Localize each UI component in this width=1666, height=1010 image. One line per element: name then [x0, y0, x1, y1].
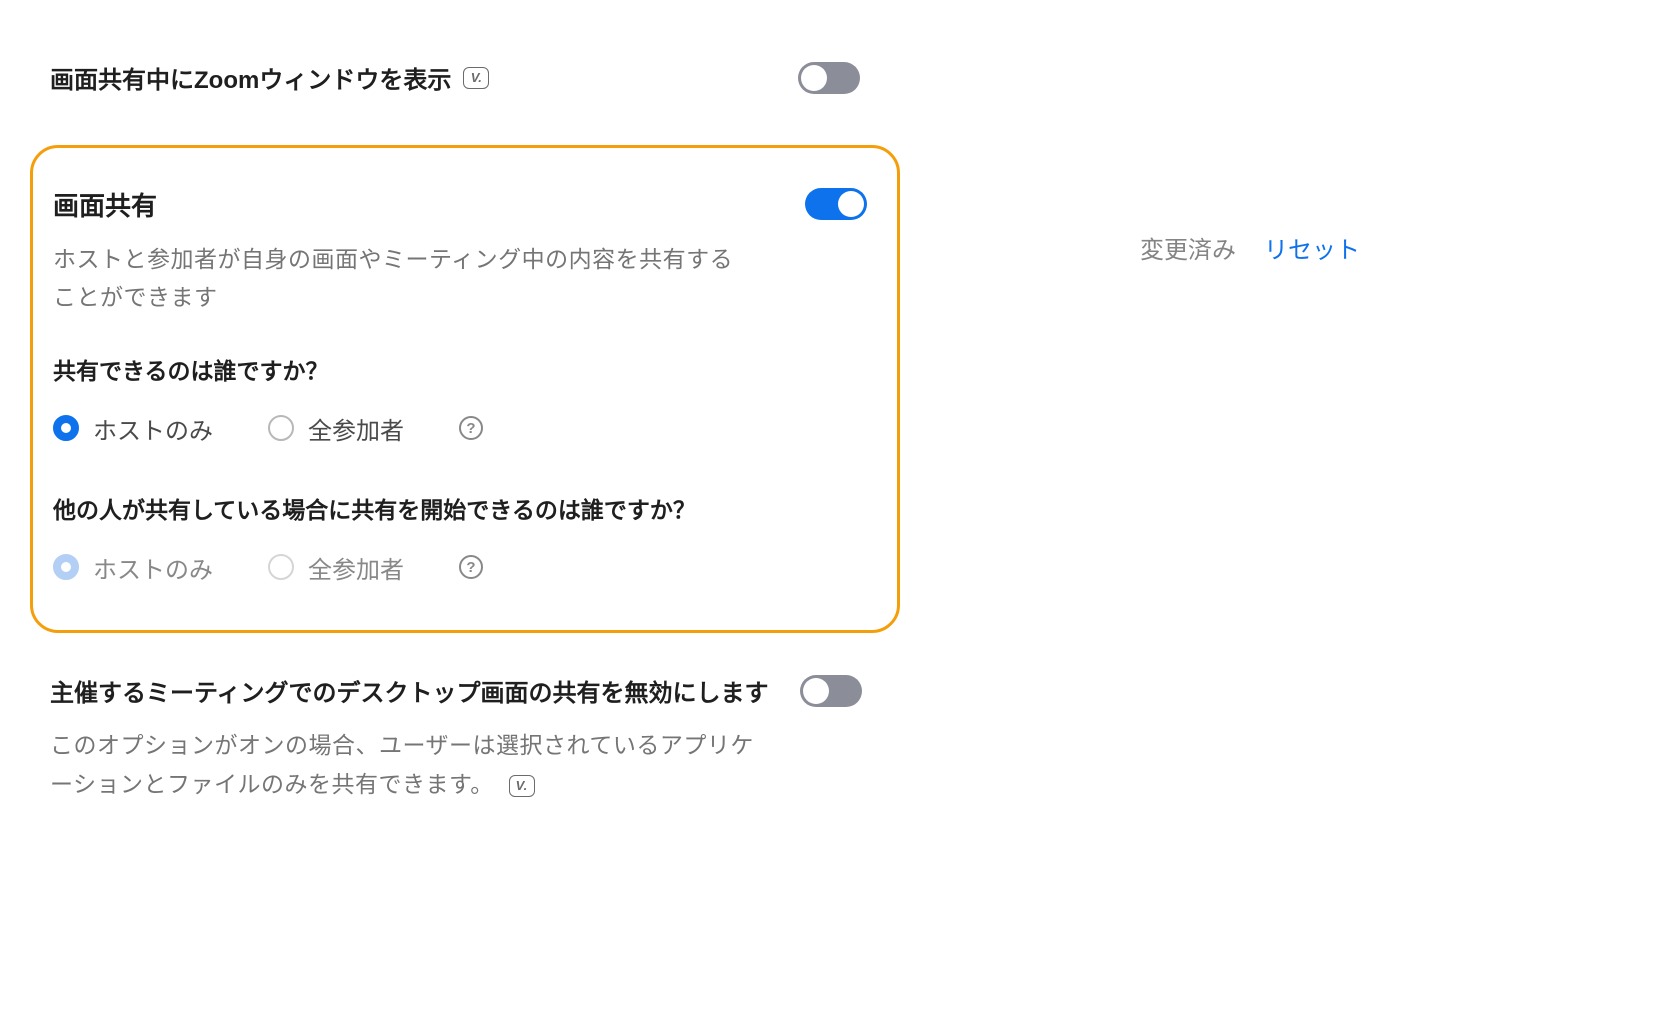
setting-description-row: このオプションがオンの場合、ユーザーは選択されているアプリケーションとファイルの… [50, 726, 770, 804]
radio-host-only-start[interactable]: ホストのみ [53, 550, 213, 585]
radio-circle-icon [268, 554, 294, 580]
radio-label: 全参加者 [308, 550, 404, 585]
toggle-screen-sharing[interactable] [805, 188, 867, 220]
toggle-wrapper [805, 186, 867, 220]
setting-title-row: 画面共有中にZoomウィンドウを表示 V. [50, 60, 780, 95]
radio-label: ホストのみ [93, 550, 213, 585]
who-can-share-radio-group: ホストのみ 全参加者 ? [53, 411, 805, 446]
toggle-show-zoom-window[interactable] [798, 62, 860, 94]
version-badge-icon[interactable]: V. [463, 67, 489, 89]
reset-area: 変更済み リセット [1140, 230, 1360, 265]
radio-all-participants-start[interactable]: 全参加者 [268, 550, 404, 585]
radio-all-participants-share[interactable]: 全参加者 [268, 411, 404, 446]
who-can-share-question: 共有できるのは誰ですか？ [53, 352, 805, 386]
setting-title-text: 主催するミーティングでのデスクトップ画面の共有を無効にします [50, 673, 769, 708]
toggle-knob [838, 191, 864, 217]
toggle-knob [801, 65, 827, 91]
highlighted-screen-sharing-section: 画面共有 ホストと参加者が自身の画面やミーティング中の内容を共有することができま… [30, 145, 900, 633]
screen-sharing-description: ホストと参加者が自身の画面やミーティング中の内容を共有することができます [53, 241, 753, 317]
modified-status-label: 変更済み [1140, 230, 1236, 265]
toggle-knob [803, 678, 829, 704]
radio-host-only-share[interactable]: ホストのみ [53, 411, 213, 446]
radio-label: ホストのみ [93, 411, 213, 446]
screen-sharing-content: 画面共有 ホストと参加者が自身の画面やミーティング中の内容を共有することができま… [53, 186, 805, 585]
who-can-start-question: 他の人が共有している場合に共有を開始できるのは誰ですか？ [53, 491, 805, 525]
setting-content: 画面共有中にZoomウィンドウを表示 V. [50, 60, 780, 95]
setting-show-zoom-window: 画面共有中にZoomウィンドウを表示 V. [50, 60, 1616, 95]
setting-title-row: 主催するミーティングでのデスクトップ画面の共有を無効にします [50, 673, 770, 708]
reset-link[interactable]: リセット [1264, 230, 1360, 265]
who-can-start-radio-group: ホストのみ 全参加者 ? [53, 550, 805, 585]
setting-title-text: 画面共有中にZoomウィンドウを表示 [50, 60, 451, 95]
setting-description-text: このオプションがオンの場合、ユーザーは選択されているアプリケーションとファイルの… [50, 732, 754, 797]
radio-circle-icon [268, 415, 294, 441]
radio-circle-icon [53, 554, 79, 580]
setting-content: 主催するミーティングでのデスクトップ画面の共有を無効にします このオプションがオ… [50, 673, 770, 804]
version-badge-icon[interactable]: V. [509, 775, 535, 797]
help-icon[interactable]: ? [459, 416, 483, 440]
toggle-disable-desktop-share[interactable] [800, 675, 862, 707]
setting-disable-desktop-share: 主催するミーティングでのデスクトップ画面の共有を無効にします このオプションがオ… [50, 673, 1616, 804]
screen-sharing-title: 画面共有 [53, 186, 805, 223]
radio-label: 全参加者 [308, 411, 404, 446]
radio-circle-icon [53, 415, 79, 441]
toggle-wrapper [770, 673, 862, 707]
toggle-wrapper [780, 60, 860, 94]
help-icon[interactable]: ? [459, 555, 483, 579]
highlighted-inner: 画面共有 ホストと参加者が自身の画面やミーティング中の内容を共有することができま… [53, 186, 867, 585]
